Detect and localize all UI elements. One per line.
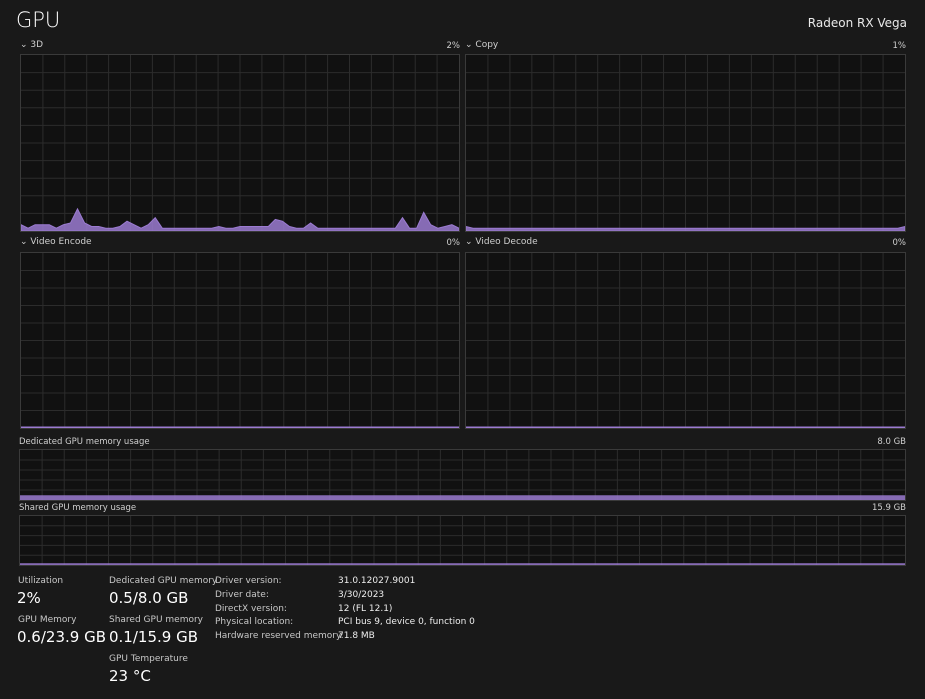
shared-memory-label: Shared GPU memory usage: [19, 503, 137, 513]
engine-copy-selector[interactable]: ⌄ Copy: [465, 40, 498, 50]
utilization-area: [466, 426, 905, 428]
directx-version-key: DirectX version:: [215, 603, 287, 614]
utilization-label: Utilization: [18, 576, 64, 586]
gpu-temperature-label: GPU Temperature: [109, 654, 188, 664]
physical-location-value: PCI bus 9, device 0, function 0: [338, 617, 475, 628]
engine-copy-value: 1%: [892, 41, 907, 51]
directx-version-value: 12 (FL 12.1): [338, 603, 393, 614]
engine-video-encode-value: 0%: [446, 238, 461, 248]
driver-date-key: Driver date:: [215, 589, 269, 600]
engine-copy-graph: [465, 54, 906, 232]
engine-3d-selector[interactable]: ⌄ 3D: [20, 40, 43, 50]
engine-3d-value: 2%: [446, 41, 461, 51]
driver-version-value: 31.0.12027.9001: [338, 576, 416, 586]
gpu-memory-label: GPU Memory: [18, 615, 77, 625]
details-values: 31.0.12027.9001 3/30/2023 12 (FL 12.1) P…: [338, 575, 475, 644]
details-keys: Driver version: Driver date: DirectX ver…: [215, 575, 344, 644]
engine-video-decode-graph: [465, 252, 906, 429]
dedicated-memory-max: 8.0 GB: [877, 437, 906, 447]
shared-memory-stat-value: 0.1/15.9 GB: [109, 628, 198, 646]
dedicated-memory-label: Dedicated GPU memory usage: [19, 437, 150, 447]
driver-version-key: Driver version:: [215, 576, 282, 586]
physical-location-key: Physical location:: [215, 617, 294, 628]
hardware-reserved-key: Hardware reserved memory:: [215, 631, 344, 642]
chevron-down-icon: ⌄: [20, 40, 31, 50]
gpu-device-name: Radeon RX Vega: [807, 16, 907, 30]
driver-date-value: 3/30/2023: [338, 589, 385, 600]
engine-video-encode-selector[interactable]: ⌄ Video Encode: [20, 237, 92, 247]
page-title: GPU: [16, 8, 61, 32]
gpu-temperature-value: 23 °C: [109, 667, 151, 685]
dedicated-memory-stat-label: Dedicated GPU memory: [109, 576, 218, 586]
chevron-down-icon: ⌄: [465, 40, 476, 50]
dedicated-memory-stat-value: 0.5/8.0 GB: [109, 589, 189, 607]
utilization-area: [21, 426, 459, 428]
hardware-reserved-value: 71.8 MB: [338, 631, 375, 642]
memory-usage-area: [20, 495, 905, 500]
utilization-value: 2%: [17, 589, 41, 607]
chevron-down-icon: ⌄: [20, 237, 31, 247]
shared-memory-graph: [19, 515, 906, 566]
shared-memory-max: 15.9 GB: [871, 503, 906, 513]
engine-video-decode-value: 0%: [892, 238, 907, 248]
memory-usage-area: [20, 563, 905, 565]
gpu-memory-value: 0.6/23.9 GB: [17, 628, 106, 646]
dedicated-memory-graph: [19, 449, 906, 501]
chevron-down-icon: ⌄: [465, 237, 476, 247]
engine-video-encode-graph: [20, 252, 460, 429]
shared-memory-stat-label: Shared GPU memory: [109, 615, 203, 625]
engine-3d-graph: [20, 54, 460, 232]
engine-video-decode-selector[interactable]: ⌄ Video Decode: [465, 237, 538, 247]
